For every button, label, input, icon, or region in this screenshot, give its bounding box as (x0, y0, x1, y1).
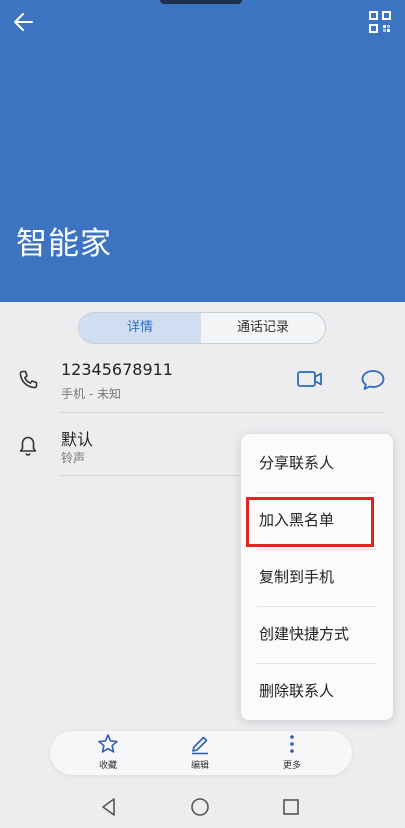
more-button[interactable]: 更多 (262, 731, 322, 775)
nav-back-button[interactable] (98, 796, 120, 818)
more-label: 更多 (282, 761, 301, 771)
pencil-icon (192, 736, 208, 755)
back-button[interactable] (10, 8, 38, 36)
camera-notch (160, 0, 242, 4)
nav-recents-icon (283, 799, 299, 815)
edit-button[interactable]: 编辑 (170, 731, 230, 775)
edit-label: 编辑 (190, 761, 209, 771)
menu-item-share-contact[interactable]: 分享联系人 (241, 435, 393, 492)
contact-name: 智能家 (16, 226, 112, 262)
ringtone-label: 铃声 (61, 451, 86, 465)
row-divider (60, 475, 240, 476)
phone-row[interactable]: 12345678911 手机 - 未知 (0, 354, 405, 414)
phone-type: 手机 - 未知 (61, 387, 121, 401)
details-tabs: 详情 通话记录 (78, 312, 326, 344)
more-vertical-icon (290, 735, 294, 753)
video-call-icon (297, 371, 322, 387)
menu-item-copy-to-phone[interactable]: 复制到手机 (241, 549, 393, 606)
tab-details[interactable]: 详情 (79, 313, 201, 343)
message-icon (361, 370, 385, 390)
favorite-button[interactable]: 收藏 (78, 731, 138, 775)
favorite-label: 收藏 (98, 761, 117, 771)
video-call-button[interactable] (296, 368, 324, 390)
nav-home-button[interactable] (189, 796, 211, 818)
more-options-menu: 分享联系人 加入黑名单 复制到手机 创建快捷方式 删除联系人 (241, 434, 393, 720)
message-button[interactable] (360, 368, 386, 392)
nav-recents-button[interactable] (280, 796, 302, 818)
contact-header: 智能家 (0, 0, 405, 302)
system-nav-bar (0, 786, 405, 828)
qr-code-icon (369, 11, 391, 33)
row-divider (60, 412, 385, 413)
tab-call-log[interactable]: 通话记录 (201, 313, 325, 343)
bell-icon (19, 436, 37, 456)
arrow-left-icon (14, 13, 33, 31)
nav-back-icon (102, 798, 115, 816)
phone-number: 12345678911 (61, 360, 173, 379)
bottom-action-bar: 收藏 编辑 更多 (50, 731, 352, 775)
qr-code-button[interactable] (368, 10, 392, 34)
phone-icon (19, 370, 38, 389)
nav-home-icon (191, 798, 209, 816)
highlight-box (246, 497, 374, 547)
star-icon (98, 734, 118, 753)
ringtone-value: 默认 (61, 430, 94, 449)
menu-item-delete-contact[interactable]: 删除联系人 (241, 663, 393, 720)
menu-item-create-shortcut[interactable]: 创建快捷方式 (241, 606, 393, 663)
